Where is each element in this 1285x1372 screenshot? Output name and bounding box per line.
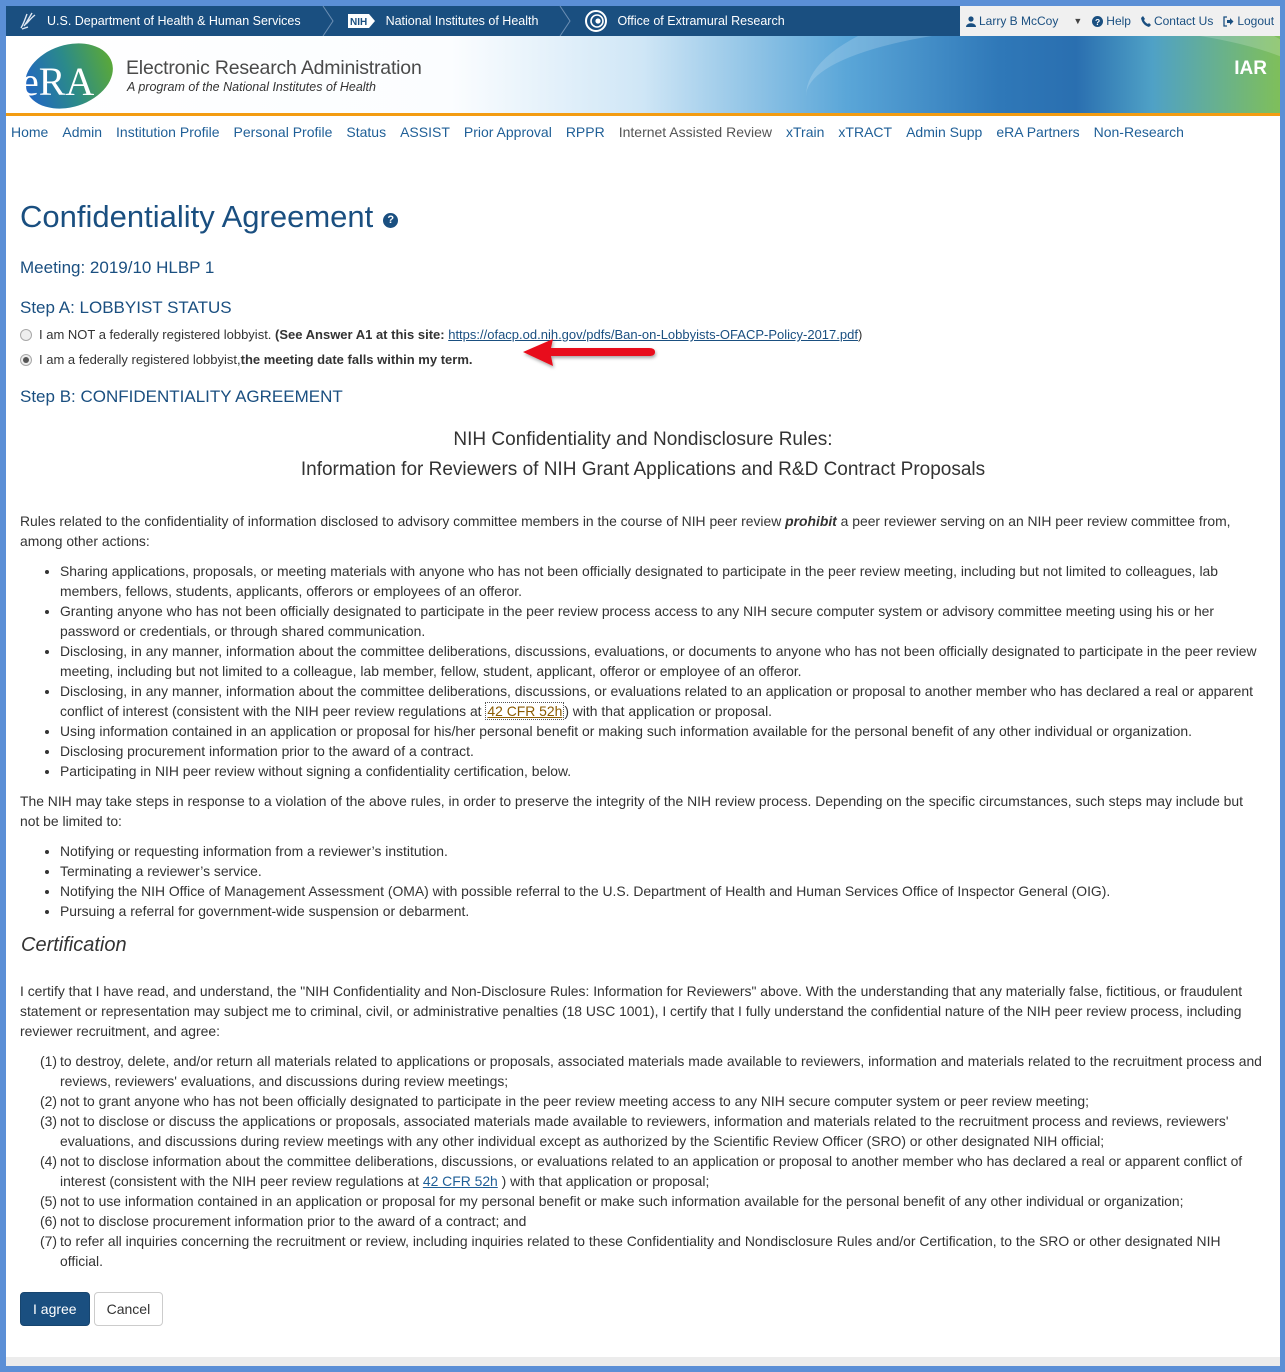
oer-link[interactable]: Office of Extramural Research [572,6,804,36]
list-item: Notifying the NIH Office of Management A… [60,881,1266,901]
help-circle-icon[interactable]: ? [383,212,399,228]
nih-label: National Institutes of Health [385,14,539,28]
list-item: (3) not to disclose or discuss the applic… [40,1113,1229,1149]
logout-label: Logout [1237,14,1275,28]
breadcrumb-separator [558,6,572,36]
list-item: (7) to refer all inquiries concerning the… [40,1233,1221,1269]
prohibitions-list: Sharing applications, proposals, or meet… [20,561,1266,781]
nih-link[interactable]: NIH National Institutes of Health [335,6,559,36]
nav-prior-approval[interactable]: Prior Approval [464,124,552,156]
list-item: (1) to destroy, delete, and/or return all… [40,1053,1262,1089]
nav-xtract[interactable]: xTRACT [838,124,892,156]
nav-internet-assisted-review[interactable]: Internet Assisted Review [619,124,772,156]
oer-label: Office of Extramural Research [617,14,785,28]
banner-decoration [806,36,1280,113]
svg-text:?: ? [1095,17,1100,27]
rules-intro: Rules related to the confidentiality of … [20,513,1231,549]
rules-title-2: Information for Reviewers of NIH Grant A… [300,459,986,480]
contact-label: Contact Us [1153,14,1214,28]
list-item: Notifying or requesting information from… [60,841,1266,861]
radio-not-lobbyist-label: I am NOT a federally registered lobbyist… [39,327,863,342]
nav-status[interactable]: Status [346,124,386,156]
list-item: Disclosing, in any manner, information a… [60,681,1266,721]
help-label: Help [1106,14,1131,28]
rules-title-1: NIH Confidentiality and Nondisclosure Ru… [453,429,833,450]
nav-era-partners[interactable]: eRA Partners [996,124,1079,156]
list-item: Terminating a reviewer’s service. [60,861,1266,881]
phone-icon [1140,15,1151,27]
certification-intro: I certify that I have read, and understa… [20,983,1243,1039]
list-item: (6) not to disclose procurement informati… [40,1213,527,1229]
user-utility-bar: Larry B McCoy ▼ ? Help Contact Us Logout [960,6,1280,36]
list-item: Sharing applications, proposals, or meet… [60,561,1266,601]
nav-institution-profile[interactable]: Institution Profile [116,124,220,156]
list-item: Using information contained in an applic… [60,721,1266,741]
rules-heading: NIH Confidentiality and Nondisclosure Ru… [20,425,1266,485]
logout-icon [1223,15,1234,27]
list-item: Disclosing procurement information prior… [60,741,1266,761]
list-item: (2) not to grant anyone who has not been … [40,1093,1089,1109]
nav-personal-profile[interactable]: Personal Profile [234,124,333,156]
help-link[interactable]: ? Help [1092,14,1131,28]
page-title: Confidentiality Agreement [20,199,374,234]
nih-logo-icon: NIH [347,13,377,29]
steps-intro: The NIH may take steps in response to a … [20,793,1243,829]
step-a-heading: Step A: LOBBYIST STATUS [20,298,232,317]
brand-subtitle: A program of the National Institutes of … [127,80,376,94]
nav-rppr[interactable]: RPPR [566,124,605,156]
cancel-button[interactable]: Cancel [93,1292,164,1326]
brand-title: Electronic Research Administration [126,57,422,79]
footer-bar [6,1357,1280,1366]
module-label: IAR [1234,58,1267,79]
svg-text:eRA: eRA [21,59,94,104]
list-item: Disclosing, in any manner, information a… [60,641,1266,681]
step-b-heading: Step B: CONFIDENTIALITY AGREEMENT [20,387,343,406]
main-nav: Home Admin Institution Profile Personal … [6,116,1280,156]
browser-page: U.S. Department of Health & Human Servic… [6,6,1280,1366]
list-item: Granting anyone who has not been officia… [60,601,1266,641]
era-banner: eRA Electronic Research Administration A… [6,36,1280,116]
era-logo[interactable]: eRA [19,43,115,109]
svg-text:NIH: NIH [350,17,367,28]
steps-list: Notifying or requesting information from… [20,841,1266,921]
top-agency-bar: U.S. Department of Health & Human Servic… [6,6,1280,36]
radio-not-lobbyist[interactable] [20,328,32,341]
breadcrumb-separator [321,6,335,36]
nav-admin[interactable]: Admin [62,124,102,156]
certification-heading: Certification [21,934,127,956]
radio-lobbyist[interactable] [20,353,32,366]
logout-link[interactable]: Logout [1223,14,1274,28]
oer-logo-icon [584,9,608,33]
action-buttons: I agree Cancel [20,1292,1266,1326]
hhs-link[interactable]: U.S. Department of Health & Human Servic… [6,6,321,36]
nav-admin-supp[interactable]: Admin Supp [906,124,982,156]
list-item: Participating in NIH peer review without… [60,761,1266,781]
list-item: Pursuing a referral for government-wide … [60,901,1266,921]
hhs-label: U.S. Department of Health & Human Servic… [47,14,301,28]
user-icon [966,15,976,27]
i-agree-button[interactable]: I agree [20,1292,90,1326]
chevron-down-icon: ▼ [1073,16,1083,26]
help-circle-icon: ? [1092,15,1104,27]
nav-assist[interactable]: ASSIST [400,124,450,156]
list-item: (5) not to use information contained in a… [40,1193,1184,1209]
user-name: Larry B McCoy [979,14,1059,28]
cfr-52h-link[interactable]: 42 CFR 52h [485,702,565,720]
radio-lobbyist-label: I am a federally registered lobbyist,the… [39,352,473,367]
annotation-arrow-icon [523,339,655,366]
nav-home[interactable]: Home [11,124,48,156]
user-menu[interactable]: Larry B McCoy ▼ [966,14,1082,28]
meeting-label: Meeting: 2019/10 HLBP 1 [20,258,215,277]
certification-list: (1) to destroy, delete, and/or return all… [20,1051,1266,1271]
cfr-52h-link[interactable]: 42 CFR 52h [423,1173,498,1189]
nav-non-research[interactable]: Non-Research [1094,124,1184,156]
list-item: (4) not to disclose information about the… [40,1153,1243,1189]
nav-xtrain[interactable]: xTrain [786,124,824,156]
contact-us-link[interactable]: Contact Us [1140,14,1214,28]
page-title-row: Confidentiality Agreement ? [20,199,1266,235]
hhs-eagle-icon [18,11,38,31]
